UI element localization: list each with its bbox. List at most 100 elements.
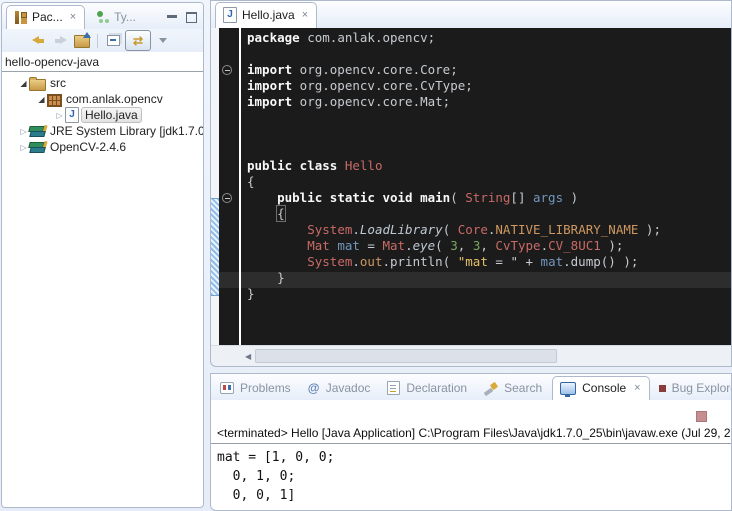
- tab-label: Declaration: [406, 381, 467, 395]
- forward-button[interactable]: [50, 32, 70, 50]
- collapse-all-icon: [107, 35, 120, 46]
- editor-body[interactable]: package com.anlak.opencv; import org.ope…: [211, 28, 731, 346]
- code-line-4[interactable]: import org.opencv.core.CvType;: [247, 78, 731, 94]
- tab-search[interactable]: Search: [477, 377, 550, 400]
- tree-item-4[interactable]: ▷OpenCV-2.4.6: [2, 139, 203, 155]
- editor-area: Hello.java × package com.anlak.opencv; i…: [210, 0, 732, 367]
- library-icon: [29, 125, 46, 138]
- javadoc-icon: [308, 382, 320, 395]
- code-line-16[interactable]: }: [247, 270, 731, 286]
- problems-icon: [220, 382, 234, 394]
- tab-console[interactable]: Console ×: [552, 376, 649, 400]
- scroll-left-icon[interactable]: ◀: [241, 352, 255, 361]
- package-explorer-tabstrip: Pac... × Ty...: [2, 3, 203, 29]
- range-indicator: [211, 198, 219, 296]
- console-output-line-2: 0, 1, 0;: [217, 467, 725, 486]
- go-into-icon: [74, 35, 90, 48]
- tree-item-1[interactable]: ◢ com.anlak.opencv: [2, 91, 203, 107]
- package-explorer-toolbar: ⇄: [2, 29, 203, 52]
- maximize-icon[interactable]: [186, 12, 197, 23]
- terminate-icon[interactable]: [696, 411, 707, 422]
- tree-item-label: Hello.java: [81, 107, 142, 123]
- minimize-icon[interactable]: [167, 15, 177, 27]
- code-line-5[interactable]: import org.opencv.core.Mat;: [247, 94, 731, 110]
- code-line-12[interactable]: {: [247, 206, 731, 222]
- go-into-button[interactable]: [72, 32, 92, 50]
- scrollbar-thumb[interactable]: [255, 349, 557, 363]
- java-file-icon: [223, 7, 237, 23]
- java-file-icon: [65, 107, 79, 123]
- fold-marker-imports[interactable]: [222, 65, 232, 75]
- declaration-icon: [387, 381, 400, 395]
- scrollbar-gutter: [211, 346, 241, 366]
- bottom-view-stack: Problems Javadoc Declaration Search Console ×…: [210, 373, 732, 511]
- tree-item-2[interactable]: ▷ Hello.java: [2, 107, 203, 123]
- code-line-15[interactable]: System.out.println( "mat = " + mat.dump(…: [247, 254, 731, 270]
- expanded-twistie-icon[interactable]: ◢: [36, 95, 47, 104]
- code-line-17[interactable]: }: [247, 286, 731, 302]
- collapsed-twistie-icon[interactable]: ▷: [54, 111, 65, 120]
- code-line-8[interactable]: [247, 142, 731, 158]
- console-toolbar: [211, 400, 731, 426]
- code-line-10[interactable]: {: [247, 174, 731, 190]
- tab-label: Problems: [240, 381, 291, 395]
- back-button[interactable]: [28, 32, 48, 50]
- tab-declaration[interactable]: Declaration: [380, 377, 475, 400]
- view-window-buttons: [167, 10, 197, 27]
- tab-type-hierarchy-label: Ty...: [114, 10, 136, 24]
- tree-item-label: com.anlak.opencv: [66, 92, 163, 106]
- tab-type-hierarchy[interactable]: Ty...: [89, 6, 144, 29]
- bottom-tabstrip: Problems Javadoc Declaration Search Console ×…: [211, 374, 731, 400]
- fold-marker-main[interactable]: [222, 193, 232, 203]
- code-line-11[interactable]: public static void main( String[] args ): [247, 190, 731, 206]
- source-folder-icon: [29, 79, 46, 91]
- code-line-1[interactable]: package com.anlak.opencv;: [247, 30, 731, 46]
- tab-label: Search: [504, 381, 542, 395]
- link-with-editor-button[interactable]: ⇄: [125, 30, 151, 51]
- code-line-6[interactable]: [247, 110, 731, 126]
- tree-item-0[interactable]: ◢src: [2, 75, 203, 91]
- code-line-7[interactable]: [247, 126, 731, 142]
- annotation-ruler[interactable]: [219, 28, 239, 346]
- package-explorer-chrome: Pac... × Ty... ⇄: [2, 3, 203, 52]
- link-with-editor-icon: ⇄: [133, 35, 143, 47]
- range-indicator-ruler[interactable]: [211, 28, 219, 346]
- console-output[interactable]: mat = [1, 0, 0; 0, 1, 0; 0, 0, 1]: [211, 444, 731, 509]
- console-output-line-1: mat = [1, 0, 0;: [217, 448, 725, 467]
- tab-problems[interactable]: Problems: [213, 377, 299, 400]
- tab-label: Console: [582, 381, 626, 395]
- library-icon: [29, 141, 46, 154]
- code-line-2[interactable]: [247, 46, 731, 62]
- tab-label: Javadoc: [326, 381, 371, 395]
- eclipse-workbench: { "package_explorer": { "tabs": [ { "lab…: [0, 0, 732, 511]
- expanded-twistie-icon[interactable]: ◢: [18, 79, 29, 88]
- horizontal-scrollbar[interactable]: ◀: [211, 345, 731, 366]
- project-header: hello-opencv-java: [2, 52, 203, 72]
- editor-tab-label: Hello.java: [242, 8, 295, 22]
- package-explorer-view: Pac... × Ty... ⇄ hello-opencv-java ◢src◢…: [1, 2, 204, 508]
- tab-bug-explorer[interactable]: Bug Explorer: [652, 377, 732, 400]
- console-icon: [560, 382, 576, 395]
- code-line-9[interactable]: public class Hello: [247, 158, 731, 174]
- editor-tabstrip: Hello.java ×: [211, 1, 731, 28]
- forward-icon: [54, 36, 67, 45]
- view-menu-button[interactable]: [153, 32, 173, 50]
- tab-hello-java[interactable]: Hello.java ×: [215, 2, 317, 28]
- type-hierarchy-icon: [96, 11, 109, 24]
- code-line-13[interactable]: System.LoadLibrary( Core.NATIVE_LIBRARY_…: [247, 222, 731, 238]
- close-icon[interactable]: ×: [70, 13, 76, 22]
- tab-javadoc[interactable]: Javadoc: [301, 377, 379, 400]
- toolbar-separator: [97, 34, 98, 48]
- tree-item-3[interactable]: ▷JRE System Library [jdk1.7.0_25]: [2, 123, 203, 139]
- tree-item-label: OpenCV-2.4.6: [50, 140, 126, 154]
- close-icon[interactable]: ×: [302, 11, 308, 20]
- code-line-14[interactable]: Mat mat = Mat.eye( 3, 3, CvType.CV_8UC1 …: [247, 238, 731, 254]
- collapse-all-button[interactable]: [103, 32, 123, 50]
- close-icon[interactable]: ×: [634, 384, 640, 393]
- code-line-3[interactable]: import org.opencv.core.Core;: [247, 62, 731, 78]
- back-icon: [32, 36, 45, 45]
- code-text[interactable]: package com.anlak.opencv; import org.ope…: [241, 28, 731, 346]
- tree-item-label: JRE System Library [jdk1.7.0_25]: [50, 124, 203, 138]
- tab-package-explorer[interactable]: Pac... ×: [6, 5, 85, 29]
- bug-icon: [659, 385, 666, 392]
